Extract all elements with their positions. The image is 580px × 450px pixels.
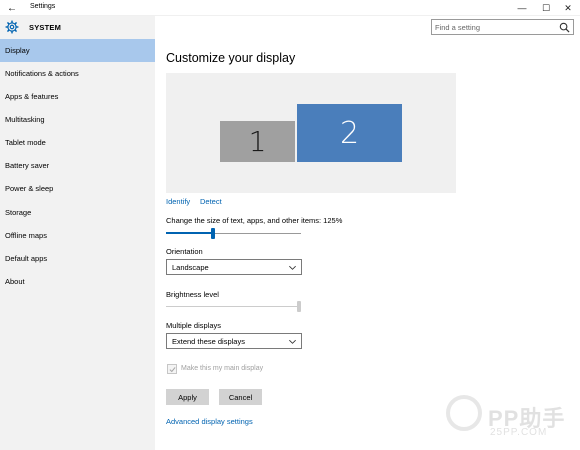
- sidebar-item-multitasking[interactable]: Multitasking: [0, 108, 155, 131]
- sidebar-header: SYSTEM: [0, 16, 155, 38]
- sidebar-item-battery-saver[interactable]: Battery saver: [0, 154, 155, 177]
- sidebar-item-display[interactable]: Display: [0, 39, 155, 62]
- close-icon: ✕: [564, 2, 572, 13]
- sidebar-item-about[interactable]: About: [0, 270, 155, 293]
- multiple-displays-label: Multiple displays: [166, 321, 222, 330]
- main-display-checkbox[interactable]: [167, 364, 177, 374]
- sidebar-item-offline-maps[interactable]: Offline maps: [0, 224, 155, 247]
- brightness-label: Brightness level: [166, 290, 219, 299]
- sidebar-item-label: Multitasking: [5, 115, 45, 124]
- orientation-value: Landscape: [172, 262, 209, 272]
- identify-link[interactable]: Identify: [166, 197, 190, 206]
- sidebar-item-notifications[interactable]: Notifications & actions: [0, 62, 155, 85]
- sidebar-item-default-apps[interactable]: Default apps: [0, 247, 155, 270]
- chevron-down-icon: [289, 265, 296, 270]
- minimize-icon: —: [517, 3, 527, 13]
- minimize-button[interactable]: —: [510, 0, 534, 16]
- orientation-label: Orientation: [166, 247, 203, 256]
- monitor-number: 2: [339, 115, 360, 151]
- back-arrow-icon: ←: [7, 2, 17, 14]
- multiple-displays-dropdown[interactable]: Extend these displays: [166, 333, 302, 349]
- chevron-down-icon: [289, 339, 296, 344]
- display-arrangement: 1 2: [166, 73, 456, 193]
- monitor-2[interactable]: 2: [297, 104, 402, 162]
- gear-icon: [5, 20, 19, 34]
- apply-button[interactable]: Apply: [166, 389, 209, 405]
- cancel-button[interactable]: Cancel: [219, 389, 262, 405]
- title-bar: ← Settings — ☐ ✕: [0, 0, 580, 16]
- brightness-slider-thumb[interactable]: [297, 301, 301, 312]
- sidebar-item-tablet-mode[interactable]: Tablet mode: [0, 131, 155, 154]
- sidebar-item-label: Display: [5, 46, 30, 55]
- sidebar-item-label: Tablet mode: [5, 138, 46, 147]
- sidebar-item-apps-features[interactable]: Apps & features: [0, 85, 155, 108]
- watermark: PP助手 25PP.COM: [446, 395, 576, 450]
- sidebar-item-label: About: [5, 277, 25, 286]
- sidebar: SYSTEM Display Notifications & actions A…: [0, 16, 155, 450]
- sidebar-item-label: Offline maps: [5, 231, 47, 240]
- maximize-button[interactable]: ☐: [534, 0, 558, 16]
- close-button[interactable]: ✕: [556, 0, 580, 16]
- search-box[interactable]: [431, 19, 574, 35]
- search-icon[interactable]: [559, 22, 570, 33]
- brightness-slider-track[interactable]: [166, 306, 301, 307]
- sidebar-item-label: Battery saver: [5, 161, 50, 170]
- watermark-logo-icon: [446, 395, 482, 431]
- page-title: Customize your display: [166, 51, 296, 65]
- monitor-1[interactable]: 1: [220, 121, 295, 162]
- sidebar-title: SYSTEM: [29, 23, 62, 32]
- monitor-number: 1: [248, 125, 267, 158]
- watermark-url: 25PP.COM: [490, 427, 548, 438]
- maximize-icon: ☐: [541, 2, 551, 13]
- window-title: Settings: [30, 3, 56, 10]
- scale-slider-thumb[interactable]: [210, 228, 215, 239]
- sidebar-item-label: Power & sleep: [5, 184, 54, 193]
- checkmark-icon: [169, 367, 176, 373]
- advanced-display-settings-link[interactable]: Advanced display settings: [166, 417, 253, 426]
- sidebar-item-label: Notifications & actions: [5, 69, 79, 78]
- sidebar-item-storage[interactable]: Storage: [0, 201, 155, 224]
- sidebar-item-power-sleep[interactable]: Power & sleep: [0, 177, 155, 200]
- scale-label: Change the size of text, apps, and other…: [166, 216, 343, 225]
- detect-link[interactable]: Detect: [200, 197, 222, 206]
- back-button[interactable]: ←: [0, 0, 24, 16]
- main-display-checkbox-label: Make this my main display: [181, 365, 264, 372]
- sidebar-item-label: Default apps: [5, 254, 48, 263]
- scale-slider-fill: [166, 232, 211, 234]
- search-input[interactable]: [435, 21, 555, 33]
- sidebar-item-label: Apps & features: [5, 92, 59, 101]
- sidebar-item-label: Storage: [5, 208, 32, 217]
- orientation-dropdown[interactable]: Landscape: [166, 259, 302, 275]
- multiple-displays-value: Extend these displays: [172, 336, 245, 346]
